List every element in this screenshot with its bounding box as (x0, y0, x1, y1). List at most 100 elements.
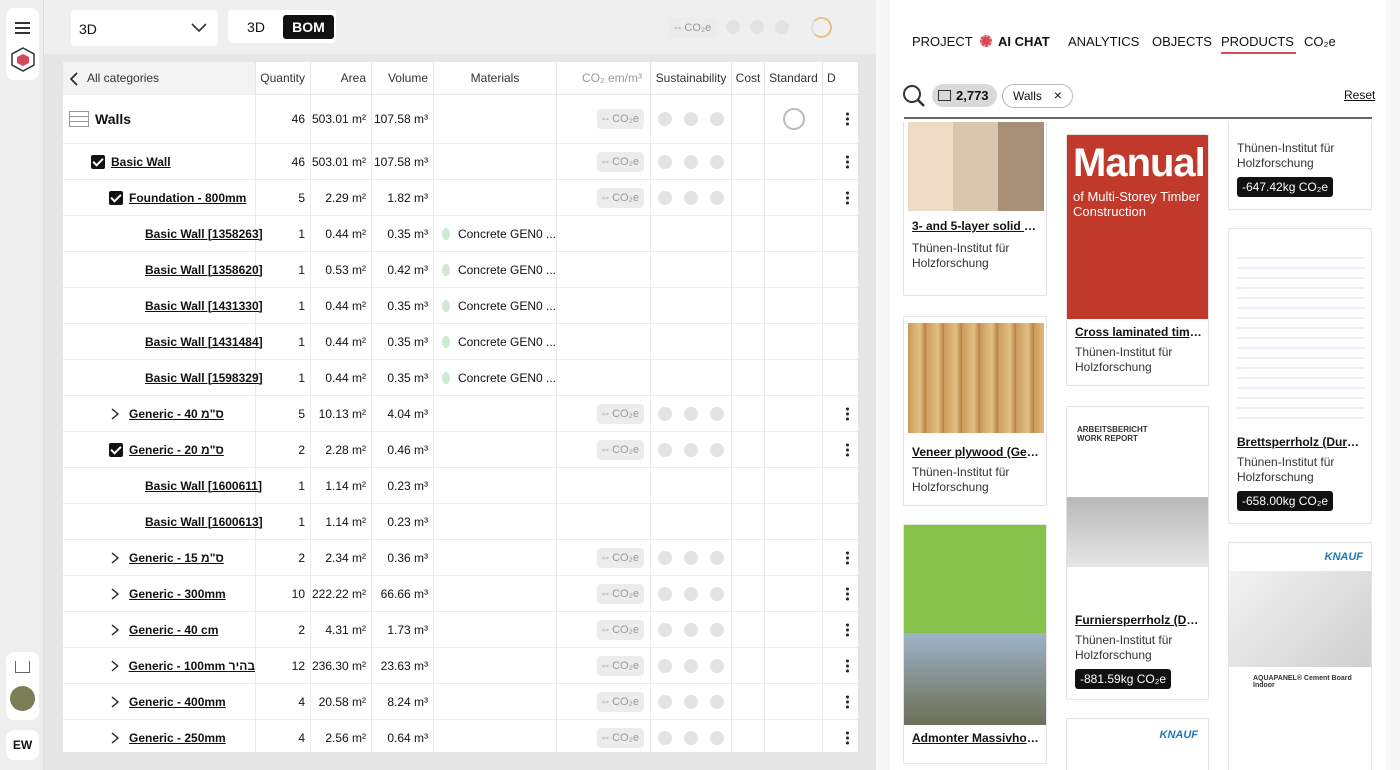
tab-analytics[interactable]: ANALYTICS (1068, 34, 1139, 54)
logo-icon[interactable] (10, 46, 36, 72)
row-label[interactable]: Basic Wall [1600611] (145, 479, 262, 493)
toggle-3d[interactable]: 3D (232, 15, 280, 39)
table-row[interactable]: Basic Wall [1358620] 1 0.53 m² 0.42 m³ Concr… (63, 252, 858, 288)
col-quantity[interactable]: Quantity (256, 62, 311, 95)
product-card[interactable]: 3- and 5-layer solid wo... Thünen-Instit… (903, 122, 1047, 296)
row-label[interactable]: Generic - 40 cm (129, 623, 218, 637)
checkbox[interactable] (109, 190, 123, 205)
table-row[interactable]: Generic - 40 cm 2 4.31 m² 1.73 m³ -- CO₂e (63, 612, 858, 648)
product-title[interactable]: Cross laminated timbe... (1075, 325, 1203, 339)
col-materials[interactable]: Materials (434, 62, 557, 95)
col-sustainability[interactable]: Sustainability (651, 62, 732, 95)
more-options-icon[interactable] (846, 585, 850, 602)
checkbox[interactable] (91, 154, 105, 169)
row-label[interactable]: Basic Wall (111, 155, 171, 169)
product-title[interactable]: Brettsperrholz (Durch... (1237, 435, 1365, 449)
row-label[interactable]: Generic - 15 ס"מ (129, 551, 224, 565)
reset-link[interactable]: Reset (1344, 88, 1375, 102)
product-card[interactable]: ARBEITSBERICHT WORK REPORT Furniersperrh… (1066, 406, 1209, 700)
table-row[interactable]: Generic - 15 ס"מ 2 2.34 m² 0.36 m³ -- CO₂e (63, 540, 858, 576)
row-label[interactable]: Basic Wall [1358620] (145, 263, 263, 277)
tab-objects[interactable]: OBJECTS (1152, 34, 1212, 54)
chevron-right-icon[interactable] (109, 731, 121, 744)
table-row[interactable]: Generic - 250mm 4 2.56 m² 0.64 m³ -- CO₂e (63, 720, 858, 752)
row-label[interactable]: Generic - 100mm בהיר (129, 659, 255, 673)
tab-project[interactable]: PROJECT (912, 34, 973, 54)
product-title[interactable]: Veneer plywood (Ger... (912, 445, 1040, 459)
product-title[interactable]: Admonter Massivholz... (912, 731, 1040, 745)
table-row[interactable]: Foundation - 800mm 5 2.29 m² 1.82 m³ -- CO₂e (63, 180, 858, 216)
back-label: All categories (87, 71, 160, 85)
more-options-icon[interactable] (846, 693, 850, 710)
chevron-right-icon[interactable] (109, 695, 121, 708)
row-label[interactable]: Basic Wall [1431330] (145, 299, 263, 313)
col-volume[interactable]: Volume (372, 62, 434, 95)
row-label[interactable]: Generic - 40 ס"מ (129, 407, 224, 421)
row-label[interactable]: Basic Wall [1598329] (145, 371, 263, 385)
avatar[interactable] (10, 686, 35, 711)
table-row[interactable]: Generic - 100mm בהיר 12 236.30 m² 23.63 m³ -… (63, 648, 858, 684)
buildings-icon[interactable] (15, 661, 30, 673)
col-standard[interactable]: Standard (765, 62, 823, 95)
table-row[interactable]: Generic - 400mm 4 20.58 m² 8.24 m³ -- CO₂e (63, 684, 858, 720)
more-options-icon[interactable] (846, 621, 850, 638)
product-card[interactable]: KNAUF (1066, 718, 1209, 770)
row-label[interactable]: Basic Wall [1600613] (145, 515, 263, 529)
search-icon[interactable] (902, 84, 926, 108)
close-icon[interactable]: × (1054, 87, 1062, 103)
chevron-right-icon[interactable] (109, 623, 121, 636)
product-card[interactable]: Veneer plywood (Ger... Thünen-Institut f… (903, 316, 1047, 506)
more-options-icon[interactable] (846, 657, 850, 674)
product-card[interactable]: KNAUF AQUAPANEL® Cement Board Indoor (1228, 542, 1372, 770)
table-row[interactable]: Generic - 300mm 10 222.22 m² 66.66 m³ -- CO₂… (63, 576, 858, 612)
col-d[interactable]: D (823, 62, 858, 95)
more-options-icon[interactable] (846, 441, 850, 458)
checkbox[interactable] (109, 442, 123, 457)
table-row[interactable]: Basic Wall [1598329] 1 0.44 m² 0.35 m³ Concr… (63, 360, 858, 396)
more-options-icon[interactable] (846, 111, 850, 128)
row-label[interactable]: Generic - 250mm (129, 731, 226, 745)
tab-co2e[interactable]: CO₂e (1304, 34, 1336, 54)
table-row[interactable]: Basic Wall [1358263] 1 0.44 m² 0.35 m³ Concr… (63, 216, 858, 252)
product-card[interactable]: Manual of Multi-Storey Timber Constructi… (1066, 134, 1209, 386)
more-options-icon[interactable] (846, 729, 850, 746)
user-initials[interactable]: EW (6, 730, 39, 760)
chevron-right-icon[interactable] (109, 407, 121, 420)
row-label[interactable]: Basic Wall [1431484] (145, 335, 263, 349)
more-options-icon[interactable] (846, 405, 850, 422)
menu-icon[interactable] (15, 22, 30, 34)
more-options-icon[interactable] (846, 153, 850, 170)
table-row[interactable]: Basic Wall [1431484] 1 0.44 m² 0.35 m³ Concr… (63, 324, 858, 360)
filter-chip[interactable]: Walls × (1002, 84, 1073, 108)
chevron-right-icon[interactable] (109, 660, 121, 672)
table-row[interactable]: Basic Wall [1600613] 1 1.14 m² 0.23 m³ (63, 504, 858, 540)
row-label[interactable]: Generic - 300mm (129, 587, 226, 601)
table-row[interactable]: Generic - 40 ס"מ 5 10.13 m² 4.04 m³ -- CO₂e (63, 396, 858, 432)
row-label[interactable]: Foundation - 800mm (129, 191, 246, 205)
back-to-categories[interactable]: All categories (63, 62, 256, 95)
view-select[interactable]: 3D (71, 10, 218, 46)
table-row[interactable]: Basic Wall 46 503.01 m² 107.58 m³ -- CO₂e (63, 144, 858, 180)
table-row[interactable]: Walls 46 503.01 m² 107.58 m³ -- CO₂e (63, 95, 858, 144)
table-row[interactable]: Basic Wall [1431330] 1 0.44 m² 0.35 m³ Concr… (63, 288, 858, 324)
table-row[interactable]: Basic Wall [1600611] 1 1.14 m² 0.23 m³ (63, 468, 858, 504)
row-label[interactable]: Generic - 20 ס"מ (129, 443, 224, 457)
tab-ai-chat[interactable]: AI CHAT (980, 34, 1050, 54)
toggle-bom[interactable]: BOM (283, 15, 334, 39)
table-row[interactable]: Generic - 20 ס"מ 2 2.28 m² 0.46 m³ -- CO₂e (63, 432, 858, 468)
more-options-icon[interactable] (846, 189, 850, 206)
row-label[interactable]: Generic - 400mm (129, 695, 226, 709)
product-card[interactable]: Brettsperrholz (Durch... Thünen-Institut… (1228, 228, 1372, 524)
tab-products[interactable]: PRODUCTS (1221, 34, 1296, 54)
product-card[interactable]: Thünen-Institut für Holzforschung -647.4… (1228, 122, 1372, 210)
row-label[interactable]: Basic Wall [1358263] (145, 227, 263, 241)
product-title[interactable]: Furniersperrholz (Durc... (1075, 613, 1203, 627)
chevron-right-icon[interactable] (109, 587, 121, 600)
col-area[interactable]: Area (311, 62, 372, 95)
product-card[interactable]: Admonter Massivholz... (903, 524, 1047, 764)
col-co2[interactable]: CO₂ em/m³ (557, 62, 651, 95)
more-options-icon[interactable] (846, 549, 850, 566)
product-title[interactable]: 3- and 5-layer solid wo... (912, 219, 1040, 233)
col-cost[interactable]: Cost (732, 62, 765, 95)
chevron-right-icon[interactable] (109, 551, 121, 564)
